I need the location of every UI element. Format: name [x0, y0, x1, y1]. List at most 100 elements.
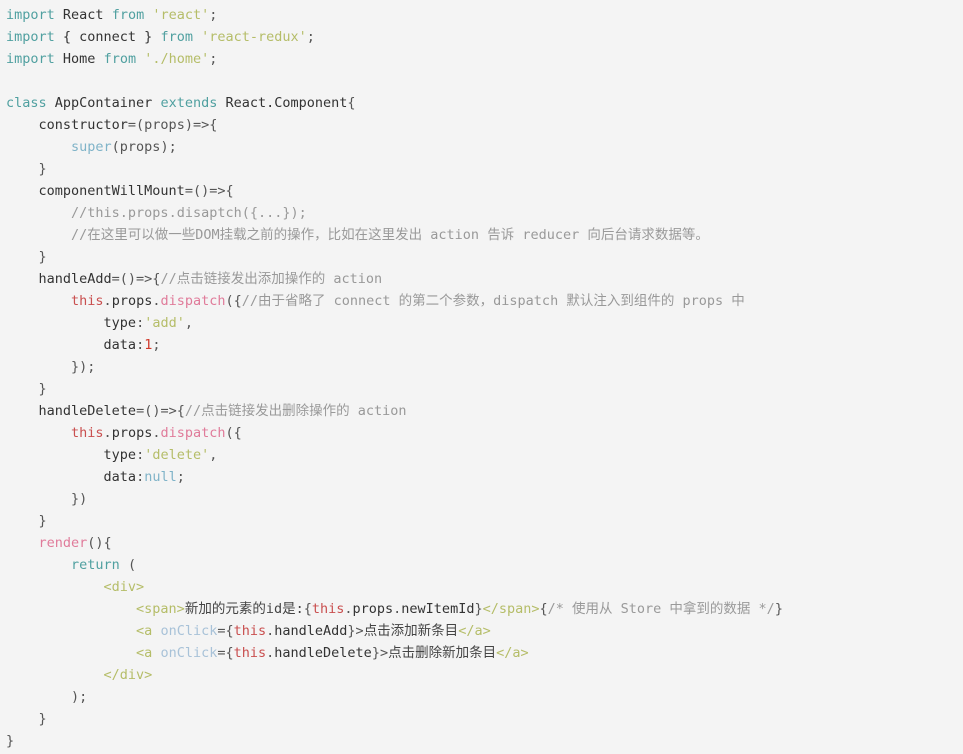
- code-token-punct: ({: [225, 293, 242, 309]
- code-line: super(props);: [0, 136, 963, 158]
- code-line: import React from 'react';: [0, 4, 963, 26]
- code-line: this.props.dispatch({: [0, 422, 963, 444]
- code-line: });: [0, 356, 963, 378]
- code-token-this: this: [71, 425, 104, 441]
- code-token-punct: =(props)=>{: [127, 117, 218, 133]
- code-token-attr: onClick: [160, 623, 218, 639]
- code-line: return (: [0, 554, 963, 576]
- code-line: }: [0, 378, 963, 400]
- code-token-func: dispatch: [160, 425, 226, 441]
- code-token-string: 'react-redux': [201, 29, 307, 45]
- code-token-punct: {: [347, 95, 356, 111]
- code-token-plain: handleDelete: [38, 403, 137, 419]
- code-line: }: [0, 158, 963, 180]
- code-token-punct: }>: [371, 645, 389, 661]
- code-token-punct: (props);: [111, 139, 177, 155]
- code-token-keyword: class: [6, 95, 47, 111]
- code-line: data:1;: [0, 334, 963, 356]
- code-token-punct: .: [103, 425, 112, 441]
- code-line: render(){: [0, 532, 963, 554]
- code-token-comment: //this.props.disaptch({...});: [71, 205, 307, 221]
- code-line: constructor=(props)=>{: [0, 114, 963, 136]
- code-line: this.props.dispatch({//由于省略了 connect 的第二…: [0, 290, 963, 312]
- code-token-plain: type: [103, 447, 137, 463]
- code-line: class AppContainer extends React.Compone…: [0, 92, 963, 114]
- code-line: import Home from './home';: [0, 48, 963, 70]
- code-token-tag: <span>: [136, 601, 185, 617]
- code-token-punct: ={: [217, 645, 234, 661]
- code-line: componentWillMount=()=>{: [0, 180, 963, 202]
- code-token-punct: }: [474, 601, 483, 617]
- code-token-punct: :: [136, 315, 145, 331]
- code-token-cjk: 点击添加新条目: [363, 623, 459, 639]
- code-token-punct: }: [774, 601, 783, 617]
- code-line: }: [0, 730, 963, 752]
- code-line: <a onClick={this.handleDelete}>点击删除新加条目<…: [0, 642, 963, 664]
- code-token-punct: }: [38, 161, 47, 177]
- code-token-plain: props: [111, 425, 153, 441]
- code-token-cjk: 新加的元素的id是:: [184, 601, 304, 617]
- code-token-keyword: from: [160, 29, 193, 45]
- code-line: //this.props.disaptch({...});: [0, 202, 963, 224]
- code-token-keyword: from: [103, 51, 137, 67]
- code-token-plain: Home: [54, 51, 104, 67]
- code-token-punct: }: [38, 381, 47, 397]
- code-token-punct: {: [303, 601, 312, 617]
- code-token-punct: });: [71, 359, 96, 375]
- code-token-tag: </div>: [103, 667, 153, 683]
- code-token-punct: =()=>{: [111, 271, 161, 287]
- code-line: }: [0, 708, 963, 730]
- code-token-punct: (: [119, 557, 137, 573]
- code-token-punct: ,: [184, 315, 193, 331]
- code-token-punct: }: [38, 513, 47, 529]
- code-token-punct: =()=>{: [184, 183, 234, 199]
- code-token-punct: ({: [225, 425, 242, 441]
- code-token-builtin: super: [71, 139, 112, 155]
- code-token-this: this: [233, 645, 267, 661]
- code-token-punct: =()=>{: [136, 403, 185, 419]
- code-line: data:null;: [0, 466, 963, 488]
- code-token-punct: }: [38, 711, 47, 727]
- code-token-punct: ,: [209, 447, 218, 463]
- code-token-punct: ;: [209, 7, 218, 23]
- code-token-punct: .: [344, 601, 353, 617]
- code-line: }): [0, 488, 963, 510]
- code-token-string: 'delete': [144, 447, 210, 463]
- code-token-plain: handleAdd: [274, 623, 348, 639]
- code-line: <span>新加的元素的id是:{this.props.newItemId}</…: [0, 598, 963, 620]
- code-token-keyword: import: [6, 51, 55, 67]
- code-token-tag: <div>: [103, 579, 145, 595]
- code-token-punct: (){: [87, 535, 112, 551]
- code-token-keyword: from: [111, 7, 145, 23]
- code-token-func: dispatch: [160, 293, 226, 309]
- code-line: <a onClick={this.handleAdd}>点击添加新条目</a>: [0, 620, 963, 642]
- code-token-punct: :: [136, 447, 145, 463]
- code-block[interactable]: import React from 'react'; import { conne…: [0, 0, 963, 752]
- code-snippet-viewer[interactable]: import React from 'react'; import { conne…: [0, 0, 963, 754]
- code-token-punct: );: [71, 689, 88, 705]
- code-token-keyword: import: [6, 29, 55, 45]
- code-token-punct: ={: [217, 623, 234, 639]
- code-line: </div>: [0, 664, 963, 686]
- code-token-punct: :: [136, 469, 145, 485]
- code-token-tag: </a>: [496, 645, 529, 661]
